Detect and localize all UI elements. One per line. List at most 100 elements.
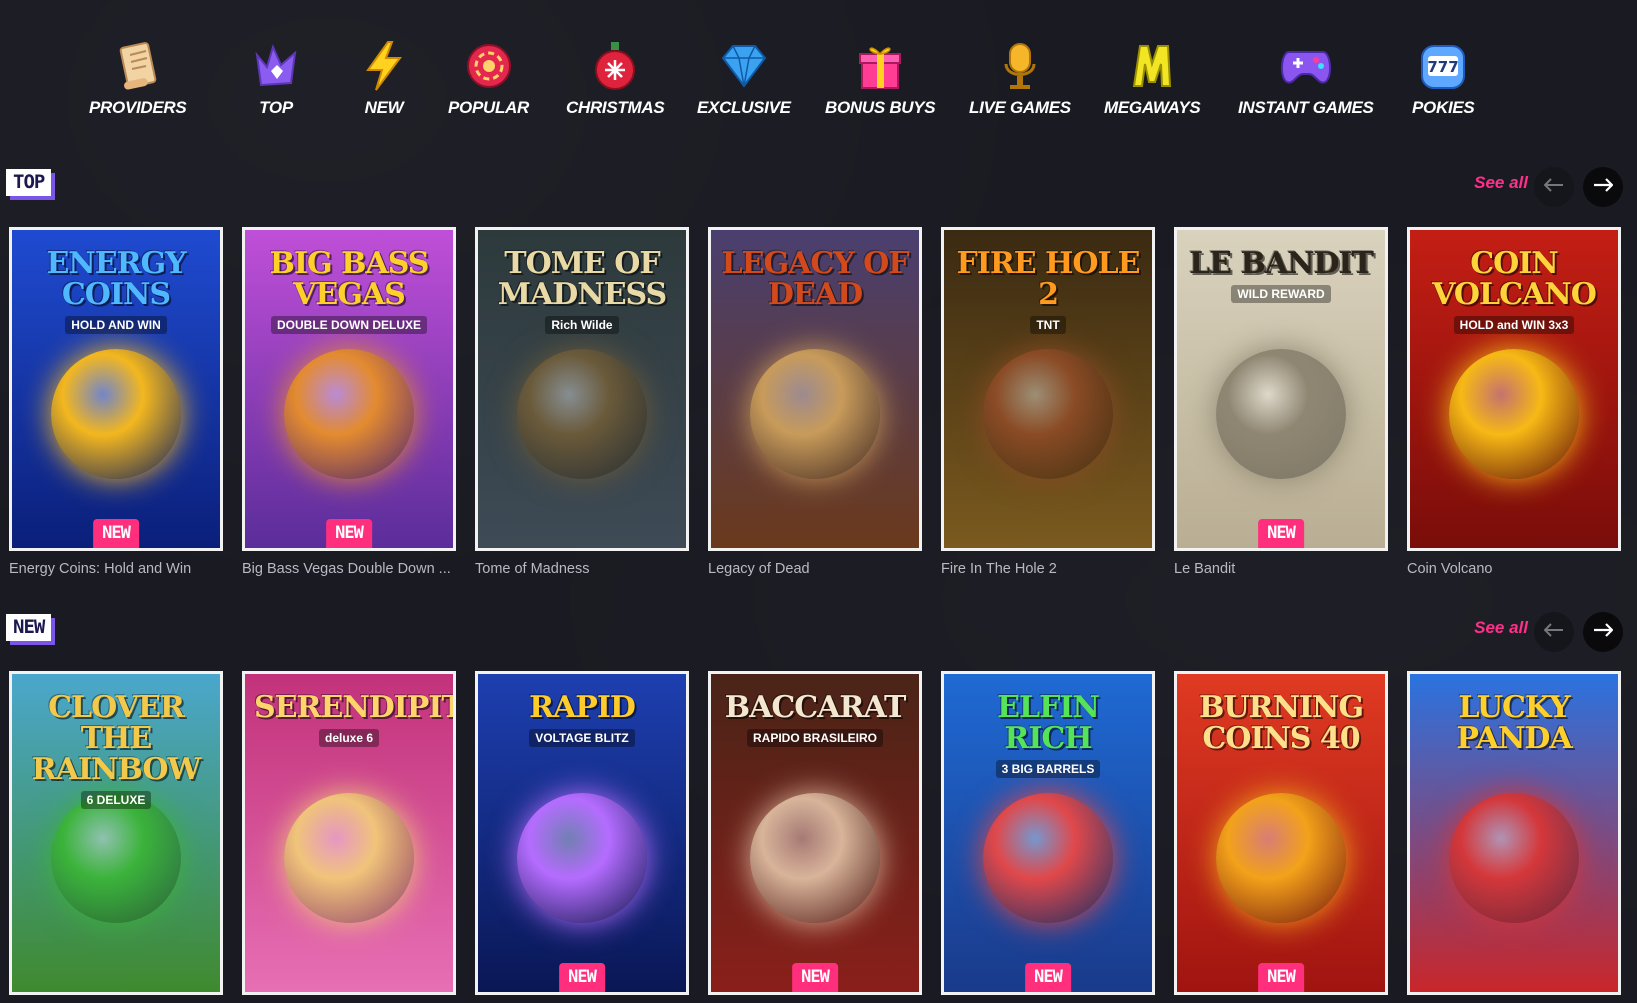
game-art-emblem — [750, 793, 880, 924]
game-art-emblem — [1449, 793, 1579, 924]
game-card[interactable]: COIN VOLCANO HOLD and WIN 3x3 Coin Volcano — [1407, 227, 1621, 577]
game-card[interactable]: SERENDIPITY deluxe 6 — [242, 671, 456, 995]
game-art-title: BIG BASS VEGAS — [269, 246, 430, 312]
category-providers[interactable]: PROVIDERS — [89, 36, 187, 118]
game-name[interactable]: Energy Coins: Hold and Win — [9, 561, 223, 577]
section-header-top: TOP See all — [0, 167, 1637, 211]
game-card[interactable]: TOME OF MADNESS Rich Wilde Tome of Madness — [475, 227, 689, 577]
game-thumbnail[interactable]: LE BANDIT WILD REWARD NEW — [1174, 227, 1388, 551]
game-thumbnail[interactable]: RAPID VOLTAGE BLITZ NEW — [475, 671, 689, 995]
crown-icon — [246, 36, 306, 96]
game-name[interactable]: Fire In The Hole 2 — [941, 561, 1155, 577]
game-card[interactable]: CLOVER THE RAINBOW 6 DELUXE — [9, 671, 223, 995]
scroll-right-button[interactable] — [1583, 612, 1623, 652]
game-card[interactable]: LEGACY OF DEAD Legacy of Dead — [708, 227, 922, 577]
gift-icon — [850, 36, 910, 96]
arrow-left-icon — [1543, 622, 1564, 642]
game-art-emblem — [1216, 349, 1346, 480]
new-badge: NEW — [1258, 519, 1304, 548]
category-top[interactable]: TOP — [246, 36, 306, 118]
game-name[interactable]: Legacy of Dead — [708, 561, 922, 577]
game-card[interactable]: ELFIN RICH 3 BIG BARRELS NEW — [941, 671, 1155, 995]
game-art-title: RAPID — [529, 690, 636, 725]
game-card[interactable]: BACCARAT RAPIDO BRASILEIRO NEW — [708, 671, 922, 995]
game-card[interactable]: FIRE HOLE 2 TNT Fire In The Hole 2 — [941, 227, 1155, 577]
category-popular[interactable]: POPULAR — [448, 36, 529, 118]
game-art-subtitle: HOLD and WIN 3x3 — [1453, 316, 1575, 334]
category-label: LIVE GAMES — [969, 98, 1071, 117]
game-art-title: COIN VOLCANO — [1432, 246, 1597, 312]
chip-icon — [459, 36, 519, 96]
game-art-title: BURNING COINS 40 — [1199, 690, 1364, 756]
category-new[interactable]: NEW — [354, 36, 414, 118]
game-thumbnail[interactable]: TOME OF MADNESS Rich Wilde — [475, 227, 689, 551]
game-art-title: ELFIN RICH — [997, 690, 1100, 756]
category-live-games[interactable]: LIVE GAMES — [969, 36, 1071, 118]
game-thumbnail[interactable]: SERENDIPITY deluxe 6 — [242, 671, 456, 995]
scroll-left-button[interactable] — [1534, 612, 1574, 652]
category-bonus-buys[interactable]: BONUS BUYS — [825, 36, 936, 118]
game-thumbnail[interactable]: ENERGY COINS HOLD AND WIN NEW — [9, 227, 223, 551]
game-thumbnail[interactable]: LUCKY PANDA — [1407, 671, 1621, 995]
new-badge: NEW — [326, 519, 372, 548]
game-card[interactable]: LE BANDIT WILD REWARD NEW Le Bandit — [1174, 227, 1388, 577]
game-art-title: LE BANDIT — [1189, 246, 1374, 281]
category-label: BONUS BUYS — [825, 98, 936, 117]
game-thumbnail[interactable]: COIN VOLCANO HOLD and WIN 3x3 — [1407, 227, 1621, 551]
arrow-left-icon — [1543, 177, 1564, 197]
game-name[interactable]: Coin Volcano — [1407, 561, 1621, 577]
scroll-left-button[interactable] — [1534, 167, 1574, 207]
game-art-title: CLOVER THE RAINBOW — [31, 690, 201, 787]
new-badge: NEW — [93, 519, 139, 548]
arrow-right-icon — [1593, 177, 1614, 197]
game-card[interactable]: ENERGY COINS HOLD AND WIN NEW Energy Coins:… — [9, 227, 223, 577]
category-instant-games[interactable]: INSTANT GAMES — [1238, 36, 1374, 118]
game-art-title: LUCKY PANDA — [1456, 690, 1572, 756]
new-badge: NEW — [792, 963, 838, 992]
game-card[interactable]: BURNING COINS 40 NEW — [1174, 671, 1388, 995]
new-badge: NEW — [1025, 963, 1071, 992]
m-letter-icon — [1122, 36, 1182, 96]
game-art-subtitle: WILD REWARD — [1231, 285, 1331, 303]
game-art-subtitle: VOLTAGE BLITZ — [529, 729, 635, 747]
game-thumbnail[interactable]: ELFIN RICH 3 BIG BARRELS NEW — [941, 671, 1155, 995]
game-card[interactable]: BIG BASS VEGAS DOUBLE DOWN DELUXE NEW Big B… — [242, 227, 456, 577]
category-label: PROVIDERS — [89, 98, 187, 117]
category-christmas[interactable]: CHRISTMAS — [566, 36, 665, 118]
lightning-icon — [354, 36, 414, 96]
category-label: POPULAR — [448, 98, 530, 117]
game-thumbnail[interactable]: LEGACY OF DEAD — [708, 227, 922, 551]
game-art-emblem — [1216, 793, 1346, 924]
game-art-emblem — [51, 793, 181, 924]
category-label: TOP — [259, 98, 293, 117]
game-art-emblem — [517, 349, 647, 480]
game-art-emblem — [284, 349, 414, 480]
game-art-title: SERENDIPITY — [254, 690, 453, 725]
see-all-link[interactable]: See all — [1474, 173, 1528, 193]
game-thumbnail[interactable]: BURNING COINS 40 NEW — [1174, 671, 1388, 995]
game-card[interactable]: LUCKY PANDA — [1407, 671, 1621, 995]
game-art-subtitle: RAPIDO BRASILEIRO — [746, 729, 883, 747]
game-name[interactable]: Big Bass Vegas Double Down ... — [242, 561, 456, 577]
scroll-right-button[interactable] — [1583, 167, 1623, 207]
new-badge: NEW — [1258, 963, 1304, 992]
category-label: INSTANT GAMES — [1238, 98, 1374, 117]
game-thumbnail[interactable]: CLOVER THE RAINBOW 6 DELUXE — [9, 671, 223, 995]
category-label: EXCLUSIVE — [697, 98, 791, 117]
category-label: CHRISTMAS — [566, 98, 665, 117]
see-all-link[interactable]: See all — [1474, 618, 1528, 638]
game-card[interactable]: RAPID VOLTAGE BLITZ NEW — [475, 671, 689, 995]
category-label: MEGAWAYS — [1104, 98, 1201, 117]
game-thumbnail[interactable]: BACCARAT RAPIDO BRASILEIRO NEW — [708, 671, 922, 995]
game-thumbnail[interactable]: FIRE HOLE 2 TNT — [941, 227, 1155, 551]
game-art-subtitle: DOUBLE DOWN DELUXE — [271, 316, 427, 334]
category-exclusive[interactable]: EXCLUSIVE — [697, 36, 791, 118]
category-megaways[interactable]: MEGAWAYS — [1104, 36, 1201, 118]
game-art-subtitle: deluxe 6 — [318, 729, 380, 747]
game-name[interactable]: Tome of Madness — [475, 561, 689, 577]
category-pokies[interactable]: 777 POKIES — [1412, 36, 1475, 118]
game-name[interactable]: Le Bandit — [1174, 561, 1388, 577]
section-badge: TOP — [6, 169, 52, 196]
game-art-subtitle: TNT — [1030, 316, 1066, 334]
game-thumbnail[interactable]: BIG BASS VEGAS DOUBLE DOWN DELUXE NEW — [242, 227, 456, 551]
